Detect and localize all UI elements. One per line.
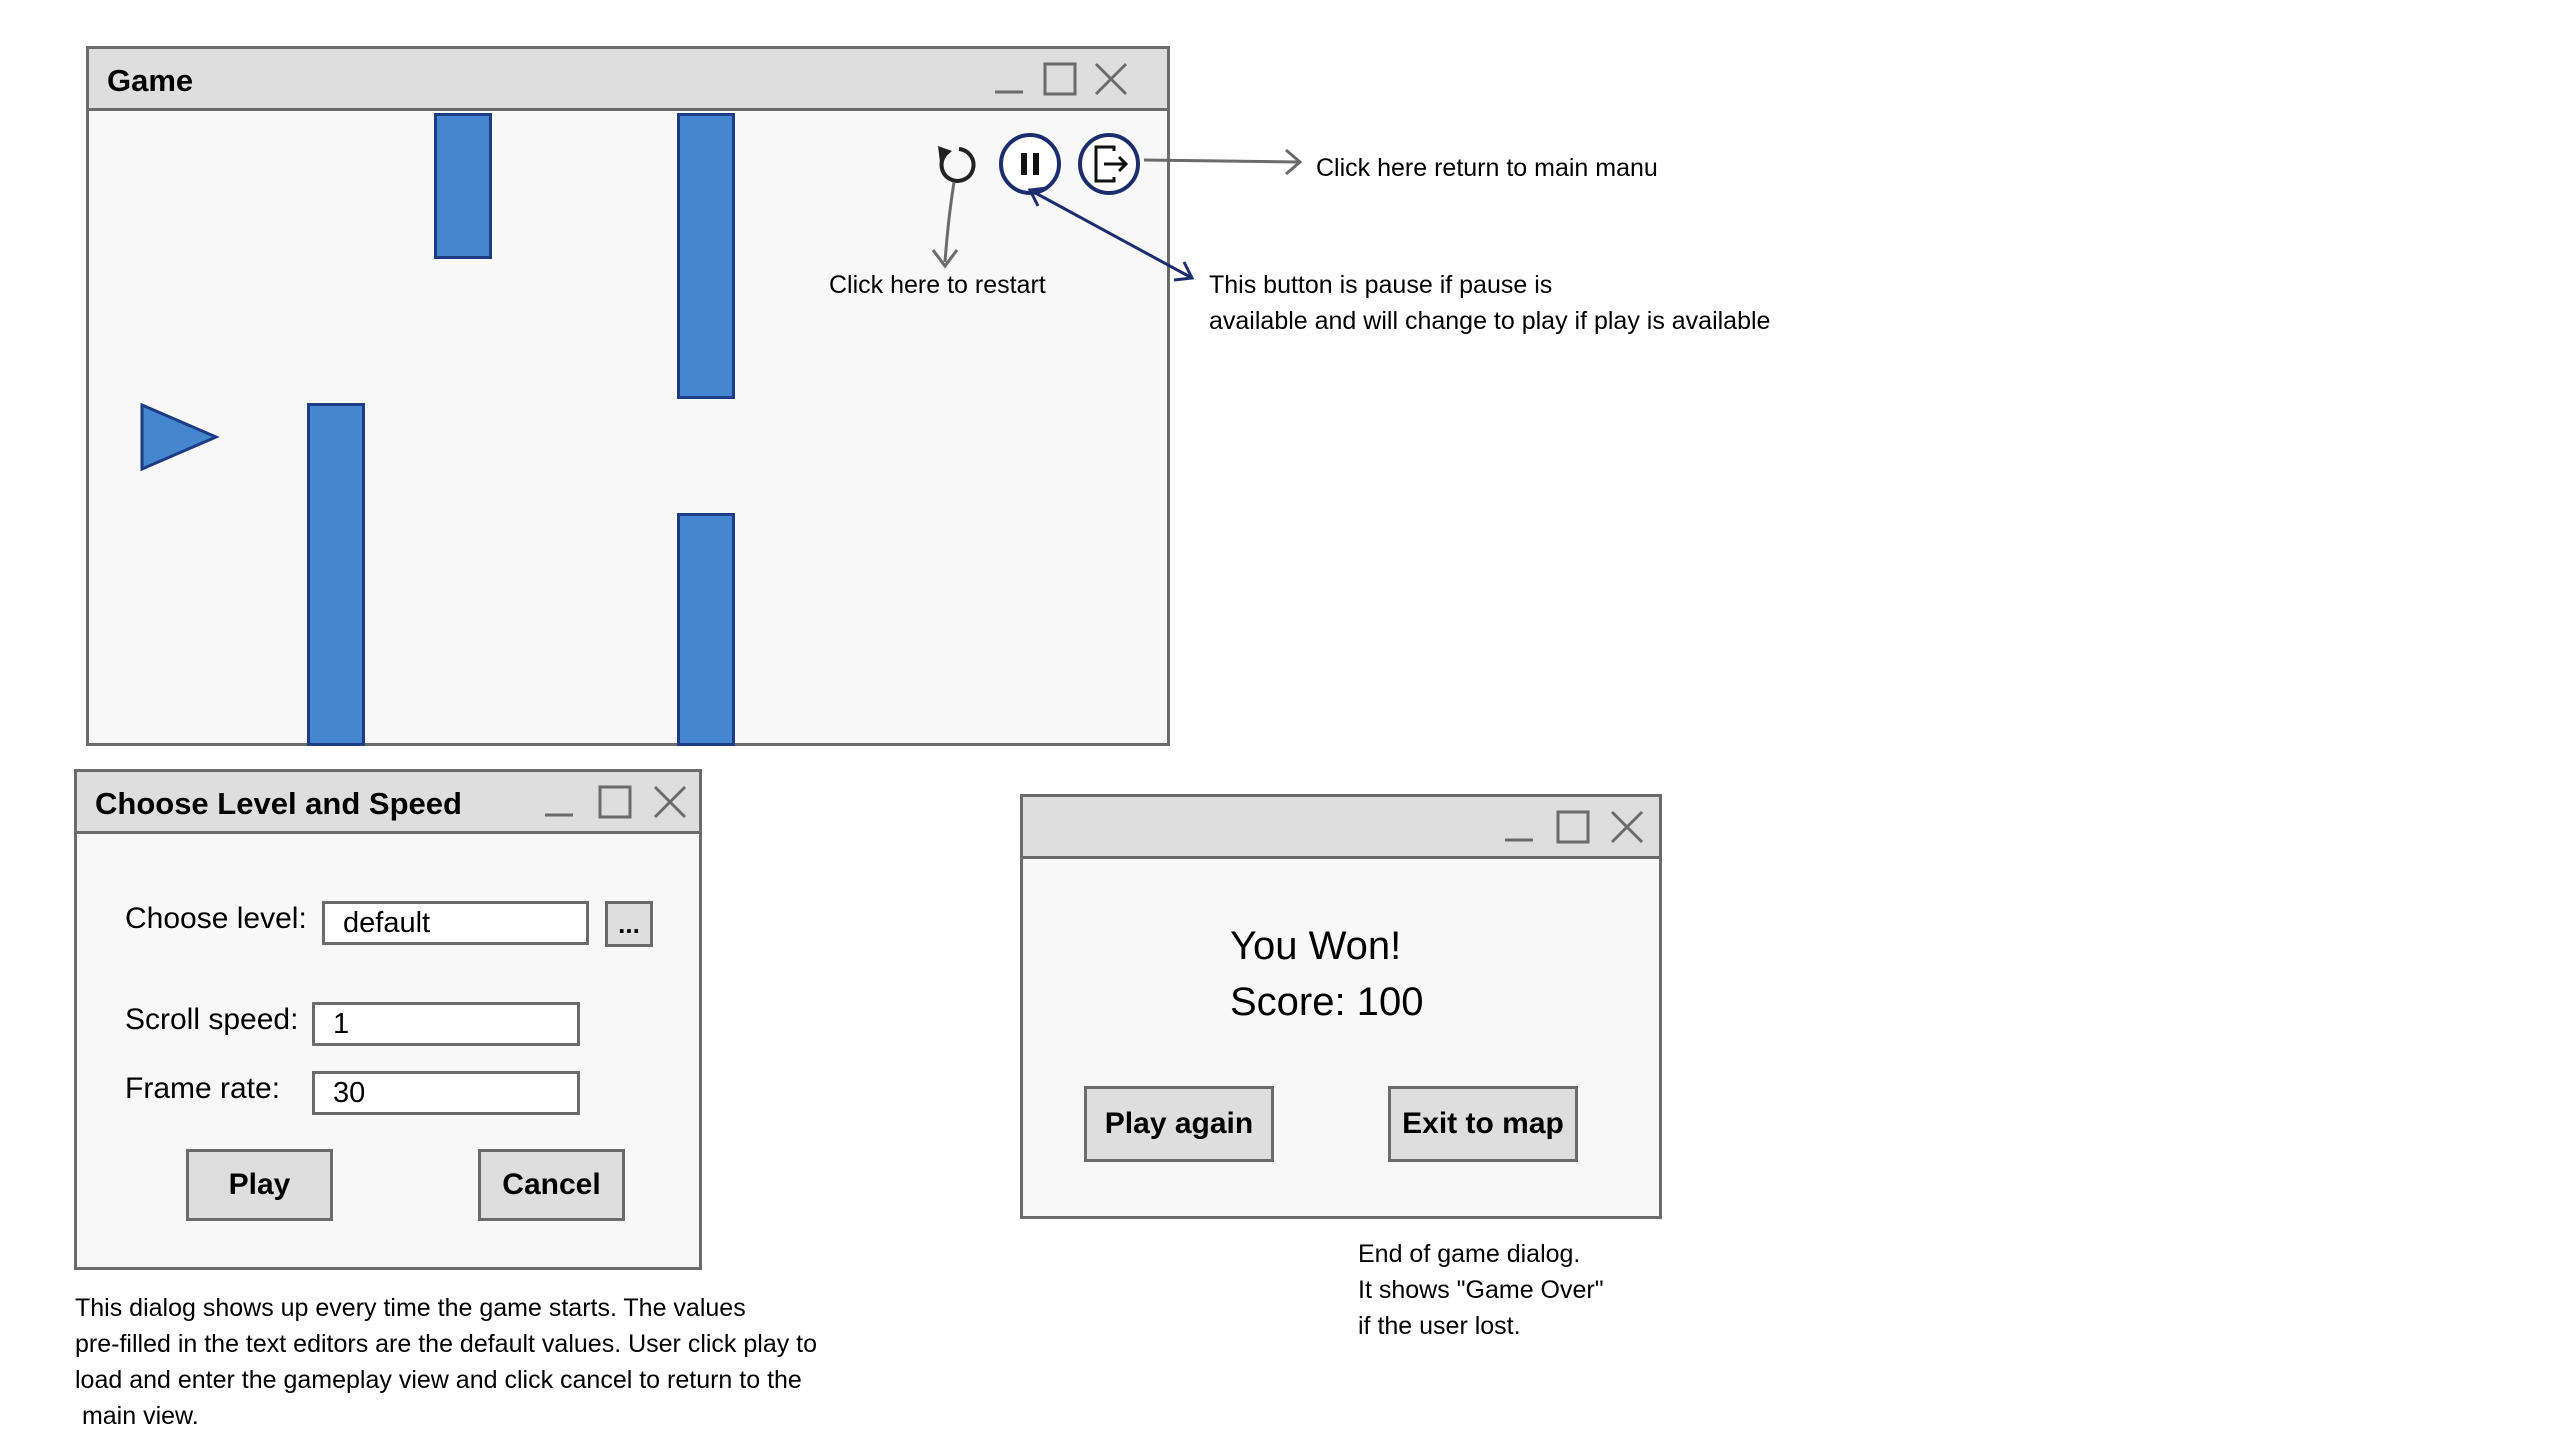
level-dialog-annotation-line1: This dialog shows up every time the game… bbox=[75, 1294, 746, 1322]
scroll-speed-input[interactable] bbox=[312, 1002, 580, 1046]
obstacle-pipe bbox=[677, 113, 735, 399]
minimize-icon[interactable] bbox=[1499, 807, 1539, 847]
end-dialog-annotation-line2: It shows "Game Over" bbox=[1358, 1276, 1604, 1304]
restart-annotation: Click here to restart bbox=[829, 271, 1046, 299]
score-text: Score: 100 bbox=[1230, 980, 1424, 1024]
end-dialog-annotation-line1: End of game dialog. bbox=[1358, 1240, 1581, 1268]
browse-level-button[interactable]: ... bbox=[605, 901, 653, 947]
restart-button[interactable] bbox=[925, 135, 985, 195]
maximize-icon[interactable] bbox=[1553, 807, 1593, 847]
end-dialog-titlebar[interactable] bbox=[1023, 797, 1659, 859]
cancel-button[interactable]: Cancel bbox=[478, 1149, 625, 1221]
scroll-speed-label: Scroll speed: bbox=[125, 1003, 299, 1036]
pause-button[interactable] bbox=[995, 129, 1065, 199]
end-dialog-annotation-line3: if the user lost. bbox=[1358, 1312, 1521, 1340]
obstacle-pipe bbox=[307, 403, 365, 746]
maximize-icon[interactable] bbox=[595, 782, 635, 822]
pause-annotation-line1: This button is pause if pause is bbox=[1209, 271, 1553, 299]
close-icon[interactable] bbox=[650, 782, 690, 822]
main-menu-annotation: Click here return to main manu bbox=[1316, 154, 1658, 182]
pause-annotation-line2: available and will change to play if pla… bbox=[1209, 307, 1771, 335]
game-window-title: Game bbox=[107, 63, 194, 98]
game-window: Game bbox=[86, 46, 1170, 746]
choose-level-label: Choose level: bbox=[125, 902, 307, 935]
game-window-titlebar[interactable]: Game bbox=[89, 49, 1167, 111]
play-again-button[interactable]: Play again bbox=[1084, 1086, 1274, 1162]
level-input[interactable] bbox=[322, 901, 589, 945]
play-button[interactable]: Play bbox=[186, 1149, 333, 1221]
frame-rate-input[interactable] bbox=[312, 1071, 580, 1115]
close-icon[interactable] bbox=[1091, 59, 1131, 99]
level-dialog-annotation-line4: main view. bbox=[75, 1402, 199, 1430]
level-dialog-annotation-line2: pre-filled in the text editors are the d… bbox=[75, 1330, 818, 1358]
restart-icon bbox=[938, 146, 976, 183]
maximize-icon[interactable] bbox=[1040, 59, 1080, 99]
obstacle-pipe bbox=[434, 113, 492, 259]
minimize-icon[interactable] bbox=[539, 782, 579, 822]
level-dialog-titlebar[interactable]: Choose Level and Speed bbox=[77, 772, 699, 834]
frame-rate-label: Frame rate: bbox=[125, 1072, 281, 1105]
level-dialog: Choose Level and Speed Choose level: ...… bbox=[74, 769, 702, 1270]
level-dialog-annotation-line3: load and enter the gameplay view and cli… bbox=[75, 1366, 802, 1394]
end-game-dialog: You Won! Score: 100 Play again Exit to m… bbox=[1020, 794, 1662, 1219]
minimize-icon[interactable] bbox=[989, 59, 1029, 99]
player-ship-icon bbox=[140, 402, 220, 472]
exit-to-map-button[interactable]: Exit to map bbox=[1388, 1086, 1578, 1162]
exit-to-menu-button[interactable] bbox=[1074, 129, 1144, 199]
result-message: You Won! bbox=[1230, 924, 1402, 968]
level-dialog-title: Choose Level and Speed bbox=[95, 786, 462, 821]
close-icon[interactable] bbox=[1607, 807, 1647, 847]
obstacle-pipe bbox=[677, 513, 735, 746]
